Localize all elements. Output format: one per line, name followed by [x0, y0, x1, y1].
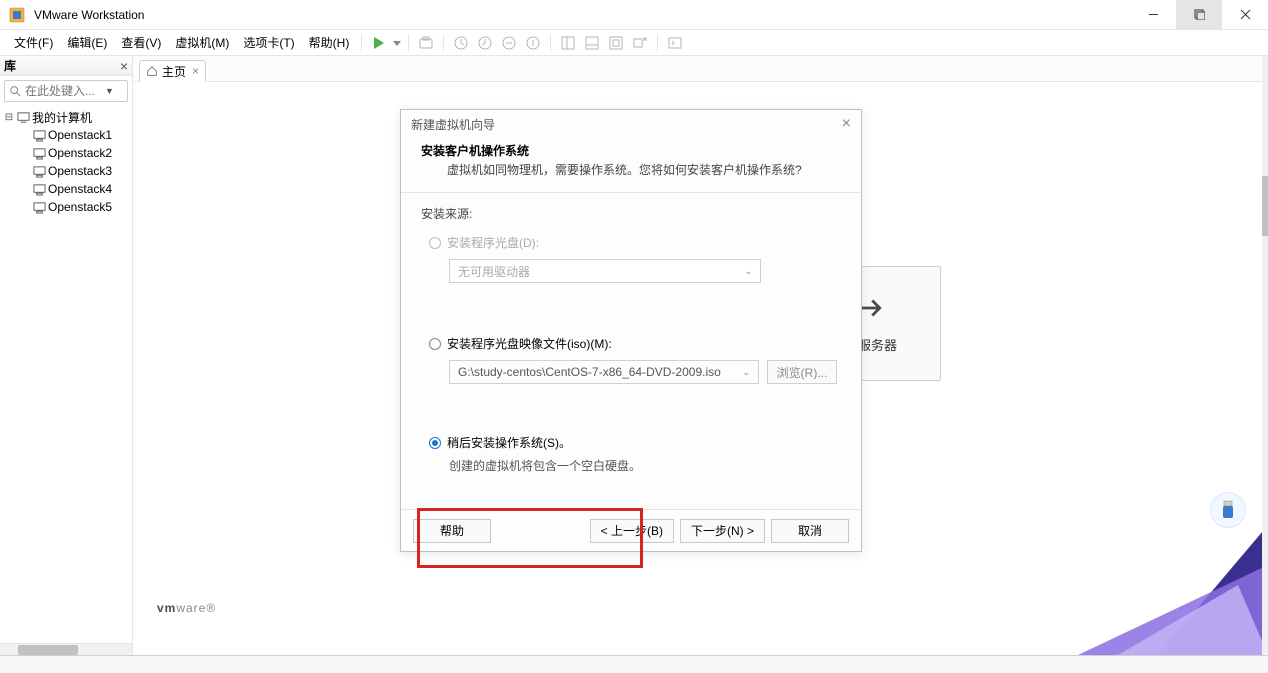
sidebar: 库 × ▼ ⊟ 我的计算机 Openstack1 Openstack2 Open…	[0, 56, 133, 655]
dialog-title: 新建虚拟机向导	[411, 116, 495, 133]
clock4-icon[interactable]	[522, 32, 544, 54]
option-later-label: 稍后安装操作系统(S)。	[447, 434, 571, 451]
search-input[interactable]	[25, 84, 105, 98]
snapshot-icon[interactable]	[415, 32, 437, 54]
clock2-icon[interactable]	[474, 32, 496, 54]
usb-device-icon[interactable]	[1210, 492, 1246, 528]
highlight-box	[417, 508, 643, 568]
tree-item[interactable]: Openstack5	[0, 198, 132, 216]
radio-later[interactable]	[429, 437, 441, 449]
tree-item[interactable]: Openstack2	[0, 144, 132, 162]
fullscreen-icon[interactable]	[605, 32, 627, 54]
dialog-titlebar: 新建虚拟机向导 ×	[401, 110, 861, 138]
tab-home[interactable]: 主页 ×	[139, 60, 206, 82]
layout1-icon[interactable]	[557, 32, 579, 54]
tree-item[interactable]: Openstack1	[0, 126, 132, 144]
chevron-down-icon: ⌄	[744, 266, 752, 277]
search-dropdown-icon[interactable]: ▼	[105, 86, 114, 96]
sidebar-header: 库 ×	[0, 56, 132, 76]
dialog-subheading: 虚拟机如同物理机，需要操作系统。您将如何安装客户机操作系统?	[447, 161, 841, 178]
new-vm-wizard-dialog: 新建虚拟机向导 × 安装客户机操作系统 虚拟机如同物理机，需要操作系统。您将如何…	[400, 109, 862, 552]
tab-label: 主页	[162, 63, 186, 80]
play-dropdown[interactable]	[392, 32, 402, 54]
sidebar-h-scrollbar[interactable]	[0, 643, 132, 655]
app-logo-icon	[8, 6, 26, 24]
option-iso[interactable]: 安装程序光盘映像文件(iso)(M):	[429, 335, 841, 352]
radio-iso[interactable]	[429, 338, 441, 350]
tree-item[interactable]: Openstack4	[0, 180, 132, 198]
collapse-icon[interactable]: ⊟	[4, 112, 14, 123]
option-iso-label: 安装程序光盘映像文件(iso)(M):	[447, 335, 612, 352]
dialog-close-icon[interactable]: ×	[842, 115, 851, 133]
menu-help[interactable]: 帮助(H)	[303, 31, 356, 54]
dialog-heading: 安装客户机操作系统	[421, 142, 841, 159]
option-later-desc: 创建的虚拟机将包含一个空白硬盘。	[449, 457, 841, 474]
cancel-button[interactable]: 取消	[771, 519, 849, 543]
menu-edit[interactable]: 编辑(E)	[61, 31, 113, 54]
menu-file[interactable]: 文件(F)	[8, 31, 59, 54]
maximize-button[interactable]	[1176, 0, 1222, 30]
dialog-body: 安装来源: 安装程序光盘(D): 无可用驱动器 ⌄ 安装程序光盘映像文件(iso…	[401, 193, 861, 509]
v-scrollbar[interactable]	[1262, 56, 1268, 655]
tabbar: 主页 ×	[133, 56, 1268, 82]
vm-icon	[32, 200, 46, 214]
tab-close-icon[interactable]: ×	[192, 64, 199, 78]
iso-path-value: G:\study-centos\CentOS-7-x86_64-DVD-2009…	[458, 365, 721, 379]
console-icon[interactable]	[664, 32, 686, 54]
source-label: 安装来源:	[421, 205, 841, 222]
option-disc-label: 安装程序光盘(D):	[447, 234, 539, 251]
radio-disc[interactable]	[429, 237, 441, 249]
vm-icon	[32, 128, 46, 142]
menubar: 文件(F) 编辑(E) 查看(V) 虚拟机(M) 选项卡(T) 帮助(H)	[0, 30, 1268, 56]
computer-icon	[16, 110, 30, 124]
play-button[interactable]	[368, 32, 390, 54]
search-box[interactable]: ▼	[4, 80, 128, 102]
tree-root[interactable]: ⊟ 我的计算机	[0, 108, 132, 126]
sidebar-title: 库	[4, 57, 120, 74]
iso-path-combo[interactable]: G:\study-centos\CentOS-7-x86_64-DVD-2009…	[449, 360, 759, 384]
close-button[interactable]	[1222, 0, 1268, 30]
tree-item[interactable]: Openstack3	[0, 162, 132, 180]
vm-icon	[32, 146, 46, 160]
option-later[interactable]: 稍后安装操作系统(S)。	[429, 434, 841, 451]
menu-vm[interactable]: 虚拟机(M)	[169, 31, 235, 54]
search-icon	[9, 85, 21, 97]
window-title: VMware Workstation	[34, 8, 144, 22]
layout2-icon[interactable]	[581, 32, 603, 54]
minimize-button[interactable]	[1130, 0, 1176, 30]
vmware-logo: vmware®	[157, 597, 216, 617]
clock3-icon[interactable]	[498, 32, 520, 54]
statusbar	[0, 655, 1268, 673]
clock-icon[interactable]	[450, 32, 472, 54]
menu-view[interactable]: 查看(V)	[115, 31, 167, 54]
chevron-down-icon: ⌄	[742, 367, 750, 378]
browse-button[interactable]: 浏览(R)...	[767, 360, 837, 384]
unity-icon[interactable]	[629, 32, 651, 54]
library-tree: ⊟ 我的计算机 Openstack1 Openstack2 Openstack3…	[0, 106, 132, 643]
vm-icon	[32, 182, 46, 196]
home-icon	[146, 65, 158, 77]
next-button[interactable]: 下一步(N) >	[680, 519, 765, 543]
titlebar: VMware Workstation	[0, 0, 1268, 30]
option-disc[interactable]: 安装程序光盘(D):	[429, 234, 841, 251]
sidebar-close-icon[interactable]: ×	[120, 58, 128, 74]
disc-drive-combo[interactable]: 无可用驱动器 ⌄	[449, 259, 761, 283]
vm-icon	[32, 164, 46, 178]
disc-drive-value: 无可用驱动器	[458, 263, 530, 280]
dialog-header: 安装客户机操作系统 虚拟机如同物理机，需要操作系统。您将如何安装客户机操作系统?	[401, 138, 861, 193]
tree-root-label: 我的计算机	[32, 109, 92, 126]
menu-tabs[interactable]: 选项卡(T)	[237, 31, 300, 54]
